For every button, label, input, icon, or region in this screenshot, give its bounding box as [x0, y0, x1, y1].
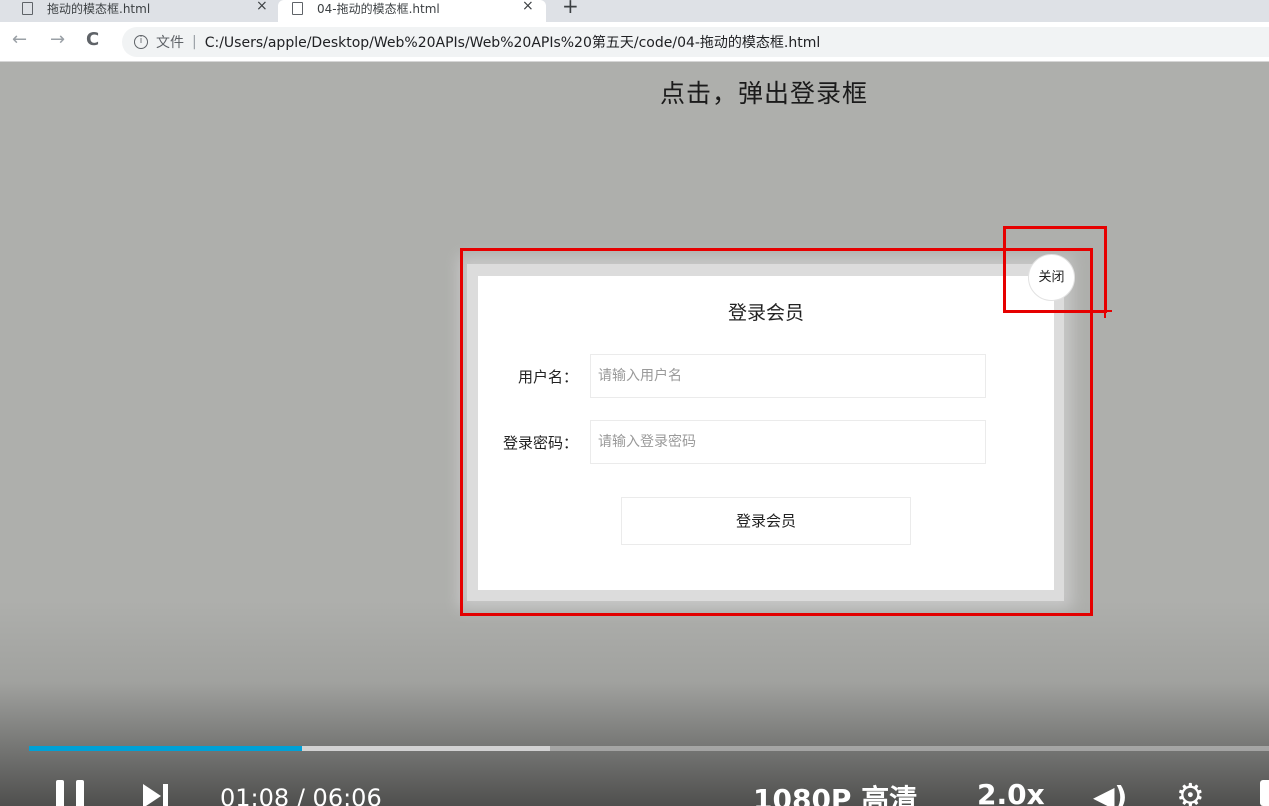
- highlight-box-modal: [460, 248, 1093, 616]
- duration: 06:06: [312, 784, 382, 806]
- document-icon: [292, 1, 303, 15]
- next-button[interactable]: [143, 784, 171, 806]
- progress-bar[interactable]: [29, 746, 1269, 751]
- tab-title: 拖动的模态框.html: [47, 1, 151, 16]
- forward-button[interactable]: →: [50, 29, 65, 50]
- time-separator: /: [296, 784, 305, 806]
- crosshair-cursor-icon: [1098, 304, 1112, 318]
- close-tab-icon[interactable]: ×: [522, 0, 534, 14]
- page-heading[interactable]: 点击，弹出登录框: [0, 74, 1269, 110]
- reload-button[interactable]: C: [86, 29, 99, 50]
- speed-button[interactable]: 2.0x: [977, 778, 1045, 806]
- back-button[interactable]: ←: [12, 29, 27, 50]
- fullscreen-icon[interactable]: [1260, 780, 1269, 806]
- browser-toolbar: ← → C i 文件 | C:/Users/apple/Desktop/Web%…: [0, 22, 1269, 62]
- address-bar[interactable]: i 文件 | C:/Users/apple/Desktop/Web%20APIs…: [122, 27, 1269, 57]
- controls-gradient: [0, 600, 1269, 806]
- played-bar: [29, 746, 302, 751]
- highlight-box-close: [1003, 226, 1107, 313]
- time-display: 01:08 / 06:06: [220, 784, 382, 806]
- quality-button[interactable]: 1080P 高清: [753, 778, 917, 806]
- tab-drag-modal[interactable]: 拖动的模态框.html ×: [22, 0, 277, 22]
- scheme-label: 文件: [156, 35, 184, 51]
- page-heading-text[interactable]: 点击，弹出登录框: [660, 79, 868, 108]
- tab-strip: 拖动的模态框.html × 04-拖动的模态框.html × +: [0, 0, 1269, 22]
- tab-title: 04-拖动的模态框.html: [317, 1, 440, 16]
- tab-active-drag-modal[interactable]: 04-拖动的模态框.html ×: [278, 0, 546, 22]
- current-time: 01:08: [220, 784, 290, 806]
- settings-icon[interactable]: ⚙: [1176, 776, 1205, 806]
- document-icon: [22, 1, 33, 15]
- pause-button[interactable]: [56, 780, 86, 806]
- url-text[interactable]: C:/Users/apple/Desktop/Web%20APIs/Web%20…: [205, 32, 821, 52]
- new-tab-button[interactable]: +: [562, 0, 579, 18]
- volume-icon[interactable]: ◀): [1093, 780, 1127, 806]
- info-icon[interactable]: i: [134, 35, 148, 49]
- close-tab-icon[interactable]: ×: [256, 0, 268, 14]
- address-separator: |: [192, 34, 197, 50]
